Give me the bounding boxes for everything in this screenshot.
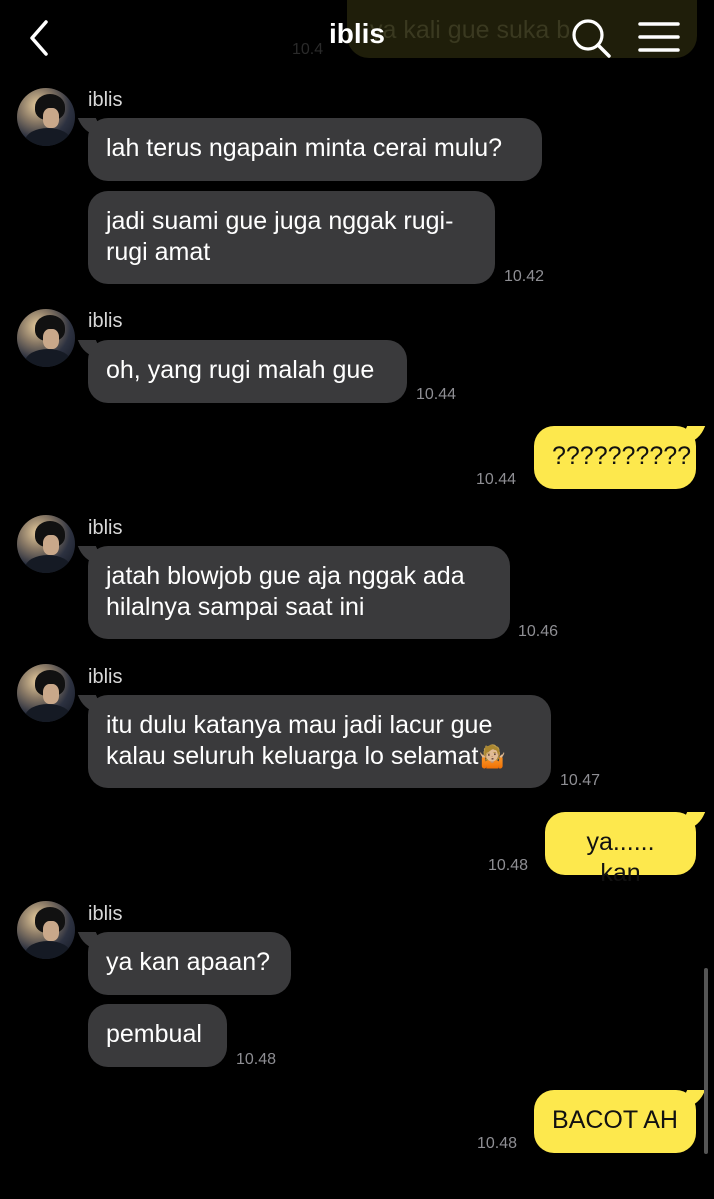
sender-name: iblis — [88, 903, 123, 925]
hamburger-menu-icon — [638, 22, 680, 52]
avatar[interactable] — [17, 901, 75, 959]
menu-button[interactable] — [636, 18, 682, 58]
message-text: ya kan apaan? — [106, 948, 271, 976]
incoming-message[interactable]: jatah blowjob gue aja nggak ada hilalnya… — [88, 546, 510, 639]
sender-name: iblis — [88, 310, 123, 332]
incoming-message[interactable]: ya kan apaan? — [88, 932, 291, 995]
message-time: 10.48 — [477, 1135, 518, 1152]
chat-header: ya kali gue suka b 10.4 iblis — [0, 0, 714, 78]
incoming-message[interactable]: jadi suami gue juga nggak rugi-rugi amat — [88, 191, 495, 284]
message-time: 10.42 — [504, 268, 545, 285]
incoming-message[interactable]: itu dulu katanya mau jadi lacur gue kala… — [88, 695, 551, 788]
message-text: jatah blowjob gue aja nggak ada hilalnya… — [106, 562, 465, 621]
search-icon — [572, 19, 611, 58]
avatar[interactable] — [17, 88, 75, 146]
message-text: ya...... kan — [586, 828, 655, 887]
message-text: ?????????? — [552, 442, 692, 470]
message-time: 10.48 — [488, 857, 529, 874]
sender-name: iblis — [88, 666, 123, 688]
message-text: jadi suami gue juga nggak rugi-rugi amat — [106, 207, 454, 266]
message-text: oh, yang rugi malah gue — [106, 356, 375, 384]
sender-name: iblis — [88, 89, 123, 111]
message-time: 10.44 — [476, 471, 517, 488]
outgoing-message[interactable]: BACOT AH — [534, 1090, 696, 1153]
message-time: 10.47 — [560, 772, 601, 789]
outgoing-message[interactable]: ?????????? — [534, 426, 696, 489]
message-time: 10.44 — [416, 386, 457, 403]
message-time: 10.48 — [236, 1051, 277, 1068]
avatar[interactable] — [17, 515, 75, 573]
incoming-message[interactable]: lah terus ngapain minta cerai mulu? — [88, 118, 542, 181]
outgoing-message[interactable]: ya...... kan — [545, 812, 696, 887]
incoming-message[interactable]: oh, yang rugi malah gue — [88, 340, 407, 403]
message-time: 10.46 — [518, 623, 559, 640]
message-text: itu dulu katanya mau jadi lacur gue kala… — [106, 711, 493, 770]
shrug-emoji-icon: 🤷🏼 — [478, 744, 506, 769]
message-text: BACOT AH — [552, 1106, 678, 1134]
scrollbar[interactable] — [704, 968, 708, 1154]
message-text: pembual — [106, 1020, 202, 1048]
incoming-message[interactable]: pembual — [88, 1004, 227, 1067]
sender-name: iblis — [88, 517, 123, 539]
avatar[interactable] — [17, 309, 75, 367]
message-text: lah terus ngapain minta cerai mulu? — [106, 134, 503, 162]
avatar[interactable] — [17, 664, 75, 722]
search-button[interactable] — [569, 16, 613, 60]
